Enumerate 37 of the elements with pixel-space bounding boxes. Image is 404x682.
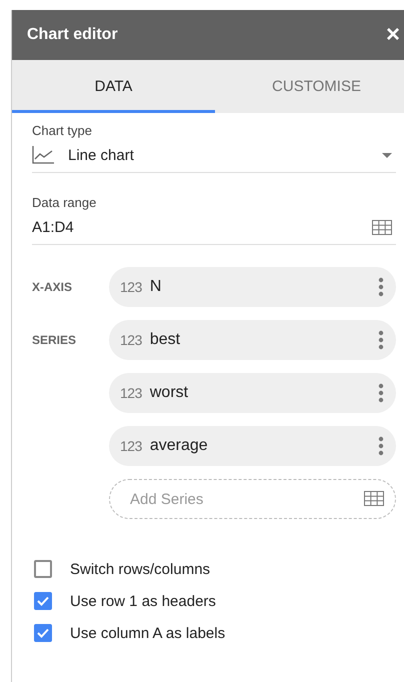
number-type-label: 123 [120, 438, 142, 454]
more-icon[interactable] [378, 436, 384, 456]
tab[interactable]: DATA [12, 60, 215, 113]
field-label: Chart type [32, 123, 93, 138]
more-icon[interactable] [378, 330, 384, 350]
series-chip[interactable]: 123 worst [109, 373, 396, 413]
series-name: worst [150, 384, 190, 402]
number-type-label: 123 [120, 385, 142, 401]
series-chip[interactable]: 123 average [109, 426, 396, 466]
window-title: Chart editor [27, 26, 118, 44]
checkbox[interactable] [34, 624, 52, 642]
series-name: best [150, 331, 182, 349]
dropdown-caret-icon [382, 152, 392, 158]
chart-type-select[interactable]: Line chart [32, 138, 396, 173]
close-button[interactable]: × [386, 21, 404, 49]
section-label: X-AXIS [32, 279, 74, 294]
checkbox[interactable] [34, 592, 52, 610]
checkbox-label: Use column A as labels [70, 624, 226, 642]
series-chip[interactable]: 123 N [109, 267, 396, 307]
series-name: average [150, 437, 209, 455]
add-series-field[interactable]: Add Series [109, 479, 396, 519]
number-type-label: 123 [120, 332, 142, 348]
series-chip[interactable]: 123 best [109, 320, 396, 360]
checkbox[interactable] [34, 560, 52, 578]
series-name: N [150, 278, 162, 296]
more-icon[interactable] [378, 277, 384, 297]
section-label: SERIES [32, 332, 78, 347]
number-type-label: 123 [120, 279, 142, 295]
field-label: Data range [32, 195, 98, 210]
grid-icon[interactable] [372, 220, 392, 234]
checkbox-label: Switch rows/columns [70, 560, 210, 578]
checkbox-label: Use row 1 as headers [70, 592, 216, 610]
data-range-field[interactable]: A1:D4 [32, 210, 396, 245]
line-chart-icon [32, 146, 54, 164]
more-icon[interactable] [378, 383, 384, 403]
grid-icon[interactable] [364, 491, 384, 506]
tab[interactable]: CUSTOMISE [215, 60, 404, 113]
